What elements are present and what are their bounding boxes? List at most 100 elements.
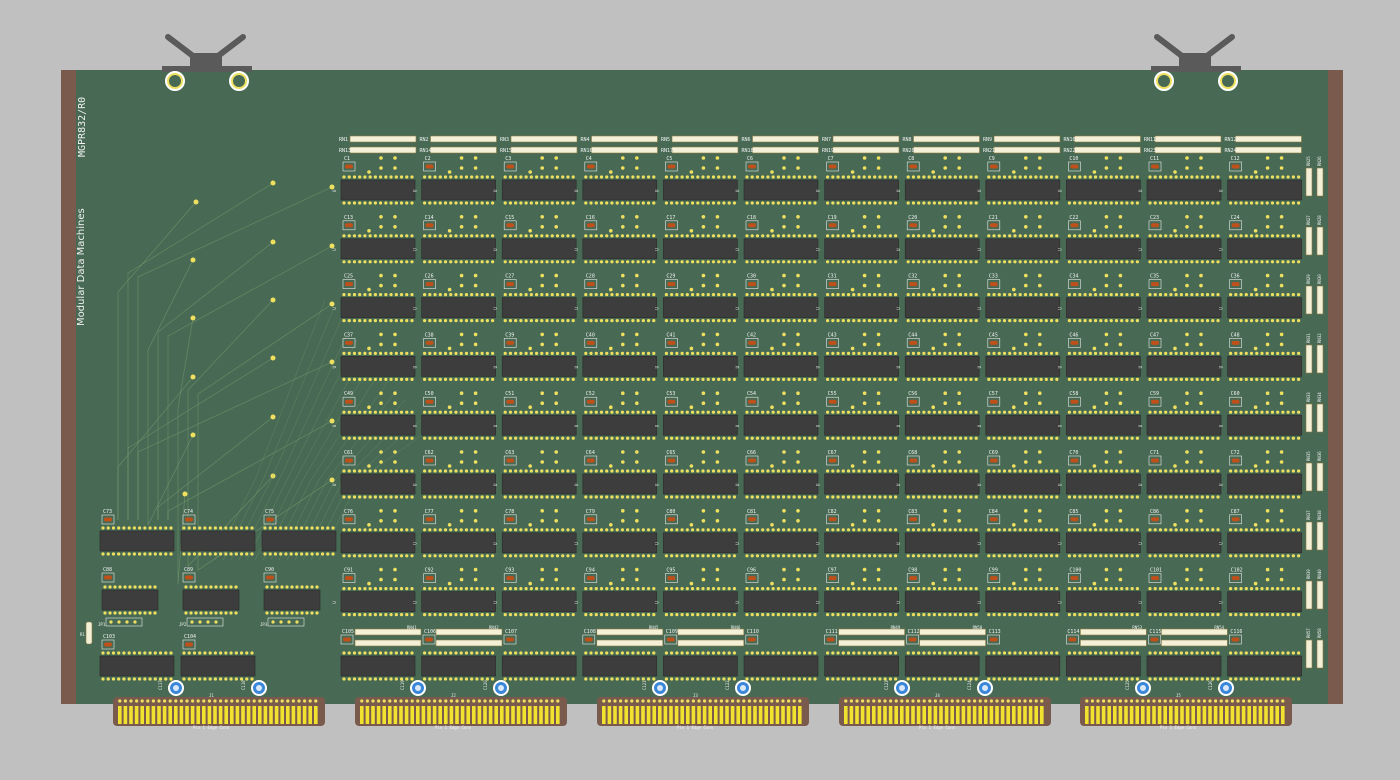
ic-pin-pad (1104, 469, 1108, 473)
ic-pin-pad (1249, 175, 1254, 179)
ic-pin-pad (491, 175, 495, 179)
ic-pin-pad (1276, 587, 1280, 591)
ic-pin-pad (1114, 377, 1119, 381)
via (1185, 283, 1189, 288)
ic-pin-pad (911, 175, 916, 179)
ic-pin-pad (727, 528, 731, 532)
capacitor-body (748, 340, 756, 345)
resistor-network-label: RN17 (661, 148, 673, 154)
via (193, 199, 199, 205)
via (367, 346, 371, 351)
ic-pin-pad (802, 175, 807, 179)
ic-pin-pad (1158, 351, 1163, 355)
ic-pin-pad (782, 410, 786, 414)
ic-pin-pad (410, 377, 414, 381)
ic-pin-pad (394, 613, 398, 617)
memory-chip (824, 351, 899, 381)
ic-pin-pad (1099, 175, 1103, 179)
ic-pin-pad (932, 201, 936, 205)
ic-pin-pad (1174, 587, 1178, 591)
ic-pin-pad (1125, 201, 1129, 205)
ic-pin-pad (1083, 528, 1087, 532)
ic-pin-pad (701, 677, 705, 681)
gold-finger (466, 706, 470, 724)
ic-pin-pad (932, 410, 936, 414)
ic-pin-pad (1234, 410, 1238, 414)
ic-pin-pad (1297, 436, 1301, 440)
ic-pin-pad (1205, 175, 1210, 179)
ic-pin-pad (1008, 677, 1012, 681)
ic-pin-pad (1002, 319, 1007, 323)
ic-pin-pad (670, 613, 674, 617)
ic-pin-pad (1185, 495, 1189, 499)
ic-pin-pad (888, 201, 892, 205)
ic-pin-pad (352, 293, 357, 297)
ic-pin-pad (443, 260, 448, 264)
ic-body (1146, 238, 1222, 260)
connector-note: Pin 1 Edge Conn (193, 725, 230, 730)
ic-pin-pad (958, 495, 963, 499)
ic-pin-pad (1008, 260, 1012, 264)
ic-pin-pad (787, 469, 791, 473)
ic-pin-pad (922, 410, 926, 414)
ic-pin-pad (1029, 613, 1033, 617)
ic-pin-pad (987, 436, 991, 440)
ic-pin-pad (846, 293, 851, 297)
resistor-network-body (913, 146, 980, 154)
ic-pin-pad (953, 528, 957, 532)
ic-pin-pad (508, 651, 513, 655)
ic-pin-pad (1185, 201, 1189, 205)
ic-pin-pad (1179, 587, 1183, 591)
ic-pin-pad (782, 351, 786, 355)
ic-pin-pad (545, 528, 549, 532)
ic-pin-pad (937, 677, 942, 681)
ic-pin-pad (685, 234, 689, 238)
ic-pin-pad (1104, 260, 1108, 264)
ic-pin-pad (566, 319, 570, 323)
ic-pin-pad (717, 436, 721, 440)
ic-pin-pad (189, 611, 193, 615)
ic-pin-pad (229, 651, 233, 655)
ic-pin-pad (1179, 234, 1183, 238)
capacitor-label: C87 (1231, 509, 1240, 515)
ic-pin-pad (948, 677, 952, 681)
ic-pin-pad (610, 528, 614, 532)
capacitor-body (989, 282, 998, 287)
ic-pin-pad (347, 377, 351, 381)
capacitor-body (425, 282, 434, 287)
ic-pin-pad (1270, 677, 1275, 681)
ic-pin-pad (937, 410, 942, 414)
via (621, 156, 625, 160)
ic-pin-pad (1114, 234, 1119, 238)
ic-pin-pad (696, 201, 700, 205)
ic-pin-pad (1239, 293, 1243, 297)
ic-pin-pad (761, 319, 765, 323)
capacitor-label: C24 (1231, 215, 1240, 221)
ic-pin-pad (358, 613, 362, 617)
ic-pin-pad (701, 293, 705, 297)
ic-pin-pad (1013, 587, 1017, 591)
ic-pin-pad (745, 677, 749, 681)
via (715, 332, 720, 337)
ic-pin-pad (123, 611, 127, 615)
ic-pin-pad (1083, 201, 1087, 205)
ic-pin-pad (373, 436, 377, 440)
via (1038, 567, 1042, 572)
ic-pin-pad (550, 587, 554, 591)
ic-pin-pad (503, 319, 507, 323)
ic-pin-pad (410, 410, 414, 414)
ic-pin-pad (706, 436, 710, 440)
capacitor-body (506, 576, 515, 581)
via (393, 342, 397, 347)
ic-pin-pad (722, 234, 726, 238)
via (943, 342, 947, 347)
gold-finger (134, 706, 139, 724)
capacitor-body (586, 223, 595, 228)
ic-pin-pad (1104, 410, 1108, 414)
via (782, 332, 786, 337)
ic-pin-pad (857, 651, 861, 655)
ic-pin-pad (111, 552, 116, 556)
ic-pin-pad (399, 554, 404, 558)
ic-pin-pad (1229, 613, 1233, 617)
gold-finger (449, 706, 454, 724)
